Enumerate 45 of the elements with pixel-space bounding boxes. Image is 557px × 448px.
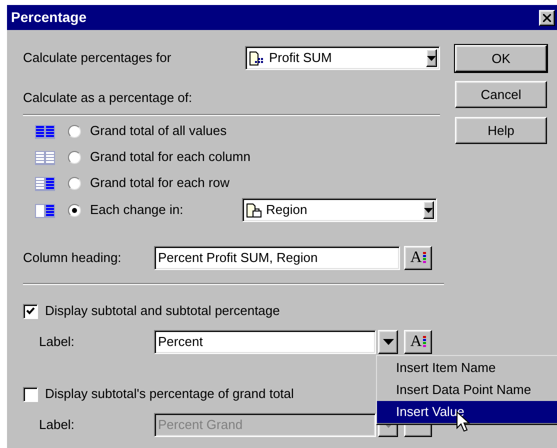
check-icon: [26, 307, 35, 315]
dropdown-button[interactable]: [423, 201, 434, 219]
table-icon: [35, 176, 55, 190]
window-title: Percentage: [11, 8, 86, 27]
checkbox-label: Display subtotal and subtotal percentage: [45, 302, 280, 320]
caret-icon: [427, 56, 436, 60]
dialog-button[interactable]: OK: [455, 45, 547, 72]
dropdown-field[interactable]: Profit SUM: [245, 46, 440, 70]
font-button[interactable]: A: [404, 330, 432, 354]
radio-button[interactable]: [68, 176, 81, 190]
field-label: Column heading:: [23, 249, 122, 268]
caret-icon: [382, 339, 394, 345]
grid-document-icon: [249, 50, 266, 66]
dropdown-button[interactable]: [378, 330, 398, 354]
color-dots-icon: [422, 336, 426, 348]
close-button[interactable]: [539, 10, 555, 26]
radio-button[interactable]: [68, 124, 81, 138]
radio-label: Grand total for each row: [90, 174, 230, 192]
radio-button[interactable]: [68, 204, 81, 216]
input-field[interactable]: Percent: [154, 330, 376, 354]
caret-icon: [424, 208, 433, 212]
dropdown-button[interactable]: [426, 49, 437, 67]
radio-label: Grand total of all values: [90, 122, 227, 140]
field-label: Label:: [39, 333, 76, 352]
table-icon: [35, 202, 55, 218]
input-field[interactable]: Percent Profit SUM, Region: [154, 246, 400, 270]
field-label: Label:: [39, 416, 76, 434]
menu-item[interactable]: Insert Data Point Name: [377, 379, 557, 401]
checkbox[interactable]: [23, 304, 38, 318]
table-icon: [35, 124, 55, 138]
checkbox-label: Display subtotal's percentage of grand total: [45, 385, 294, 404]
menu-item[interactable]: Insert Item Name: [377, 357, 557, 379]
radio-label: Grand total for each column: [90, 148, 250, 166]
dropdown-field[interactable]: Region: [242, 198, 437, 222]
table-icon: [35, 150, 55, 164]
radio-label: Each change in:: [90, 201, 184, 220]
folder-document-icon: [246, 202, 263, 218]
radio-button[interactable]: [68, 150, 81, 164]
dialog-button[interactable]: Help: [455, 117, 547, 144]
dialog-button[interactable]: Cancel: [455, 81, 547, 108]
color-dots-icon: [422, 252, 426, 264]
section-heading: Calculate as a percentage of:: [23, 90, 194, 106]
font-button[interactable]: A: [404, 246, 432, 270]
close-icon: [543, 14, 551, 22]
field-label: Calculate percentages for: [23, 49, 172, 68]
